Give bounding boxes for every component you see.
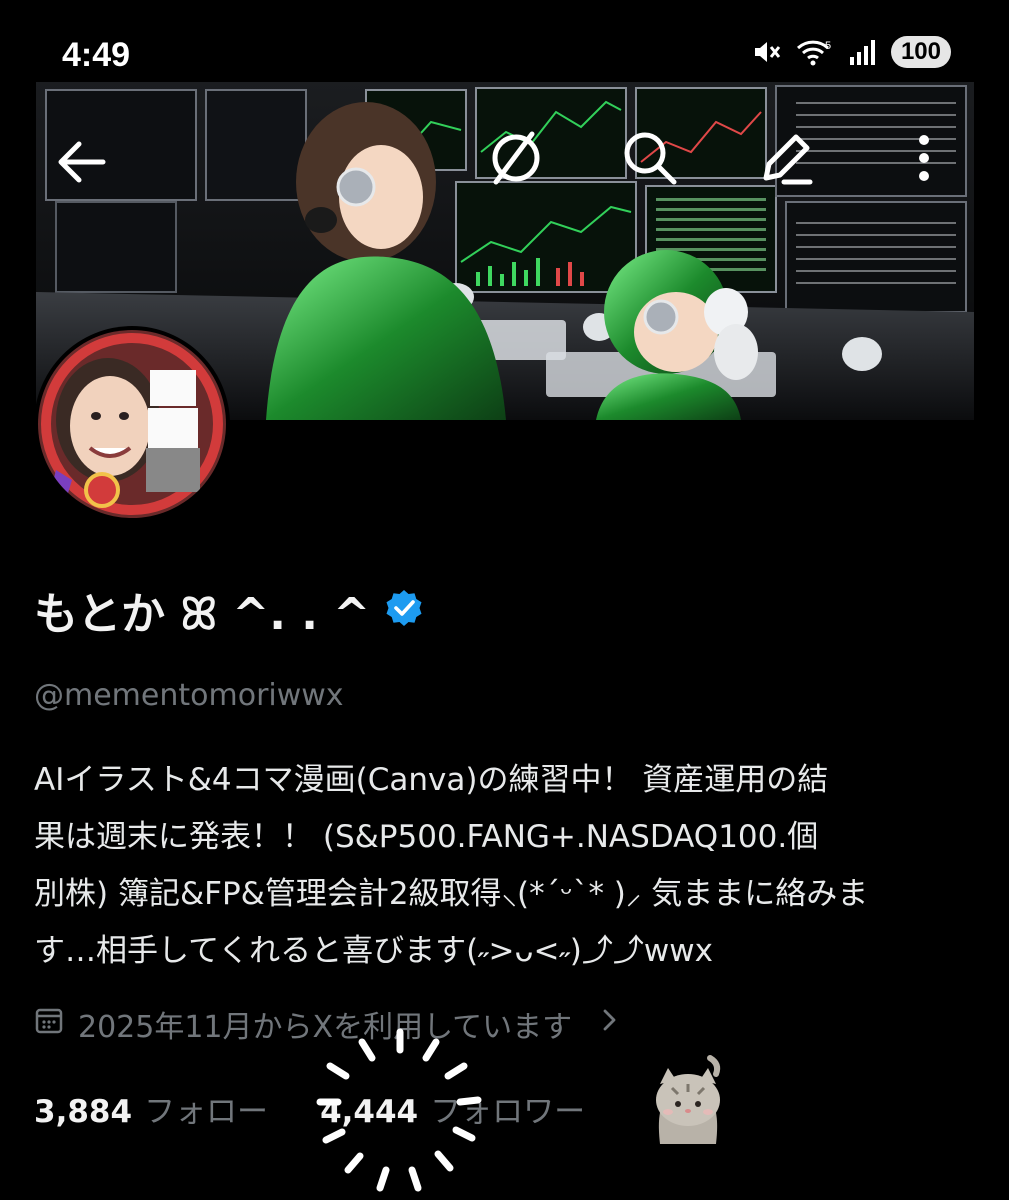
display-name: もとか ꕤ ^. . ^ bbox=[34, 589, 371, 640]
battery-indicator: 100 bbox=[890, 36, 951, 68]
search-icon bbox=[624, 132, 677, 185]
profile-handle: @mementomoriwwx bbox=[34, 678, 344, 713]
compose-button[interactable] bbox=[756, 128, 816, 188]
status-bar: 4:49 5 100 bbox=[0, 0, 1009, 80]
bio-line: 別株) 簿記&FP&管理会計2級取得⸜(*ˊᵕˋ* )⸝ 気ままに絡みま bbox=[34, 876, 869, 912]
following-label[interactable]: フォロー bbox=[144, 1086, 268, 1131]
slashed-circle-icon bbox=[492, 131, 540, 185]
verified-badge-icon[interactable] bbox=[384, 588, 424, 632]
svg-text:5: 5 bbox=[825, 40, 831, 52]
wifi-icon: 5 bbox=[795, 37, 835, 67]
chevron-right-icon bbox=[600, 1005, 620, 1043]
status-time: 4:49 bbox=[62, 36, 131, 74]
calendar-icon bbox=[34, 1005, 64, 1043]
grok-button[interactable] bbox=[486, 128, 546, 188]
cat-sticker-icon bbox=[656, 1055, 721, 1144]
following-count[interactable]: 3,884 bbox=[34, 1094, 132, 1130]
arrow-left-icon bbox=[58, 141, 106, 183]
more-button[interactable] bbox=[894, 128, 954, 188]
status-icons: 5 100 bbox=[751, 36, 951, 68]
avatar[interactable] bbox=[34, 326, 230, 522]
bio-line: す…相手してくれると喜びます(˶>ᴗ<˶)⤴︎⤴︎wwx bbox=[34, 933, 713, 969]
profile-bio: AIイラスト&4コマ漫画(Canva)の練習中！ 資産運用の結 果は週末に発表！… bbox=[34, 752, 964, 980]
more-vertical-icon bbox=[919, 135, 929, 181]
pencil-icon bbox=[763, 134, 813, 185]
mute-icon bbox=[751, 37, 781, 67]
sparkle-burst-decoration bbox=[316, 1028, 482, 1192]
bio-line: AIイラスト&4コマ漫画(Canva)の練習中！ 資産運用の結 bbox=[34, 762, 829, 798]
back-button[interactable] bbox=[50, 132, 110, 192]
signal-icon bbox=[849, 39, 877, 65]
bio-line: 果は週末に発表！！ (S&P500.FANG+.NASDAQ100.個 bbox=[34, 819, 819, 855]
search-button[interactable] bbox=[620, 128, 680, 188]
profile-name-row: もとか ꕤ ^. . ^ bbox=[34, 578, 424, 642]
